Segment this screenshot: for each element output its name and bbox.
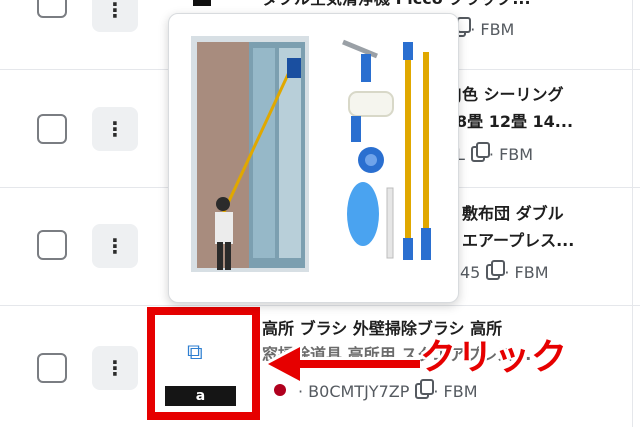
- column-divider: [632, 70, 633, 187]
- row-checkbox[interactable]: [37, 353, 67, 383]
- product-title-line2[interactable]: エアープレス...: [462, 228, 574, 254]
- asin-text: 45: [460, 263, 481, 282]
- row-menu-button[interactable]: ⋮: [92, 224, 138, 268]
- product-meta: L · FBM: [456, 142, 534, 167]
- row-menu-button[interactable]: ⋮: [92, 346, 138, 390]
- more-vertical-icon: ⋮: [105, 0, 125, 22]
- click-annotation-label: クリック: [420, 337, 569, 378]
- fulfillment-badge: · FBM: [488, 145, 534, 164]
- product-title-line1[interactable]: 敷布団 ダブル: [462, 201, 564, 227]
- copy-icon[interactable]: [486, 260, 506, 280]
- fulfillment-badge: · FBM: [504, 263, 549, 282]
- row-checkbox[interactable]: [37, 114, 67, 144]
- column-divider: [632, 188, 633, 305]
- arrow-left-icon: [262, 342, 420, 386]
- more-vertical-icon: ⋮: [105, 234, 125, 258]
- row-checkbox[interactable]: [37, 0, 67, 18]
- row-menu-button[interactable]: ⋮: [92, 0, 138, 32]
- product-title[interactable]: ダブル空気清浄機 Picco ブラック...: [262, 0, 607, 12]
- more-vertical-icon: ⋮: [105, 117, 125, 141]
- fulfillment-badge: · FBM: [433, 382, 478, 401]
- product-image-popover: [168, 13, 459, 303]
- fulfillment-badge: · FBM: [470, 20, 515, 39]
- column-divider: [632, 306, 633, 427]
- product-meta: 45 · FBM: [460, 260, 549, 285]
- row-menu-button[interactable]: ⋮: [92, 107, 138, 151]
- product-title-line2[interactable]: 8畳 12畳 14...: [456, 109, 573, 135]
- more-vertical-icon: ⋮: [105, 356, 125, 380]
- highlight-box: [147, 307, 260, 420]
- row-checkbox[interactable]: [37, 230, 67, 260]
- copy-icon[interactable]: [470, 142, 490, 162]
- product-title-line1[interactable]: J色 シーリング: [456, 82, 564, 108]
- product-thumbnail[interactable]: [193, 0, 211, 6]
- column-divider: [632, 0, 633, 69]
- product-image: [191, 36, 431, 272]
